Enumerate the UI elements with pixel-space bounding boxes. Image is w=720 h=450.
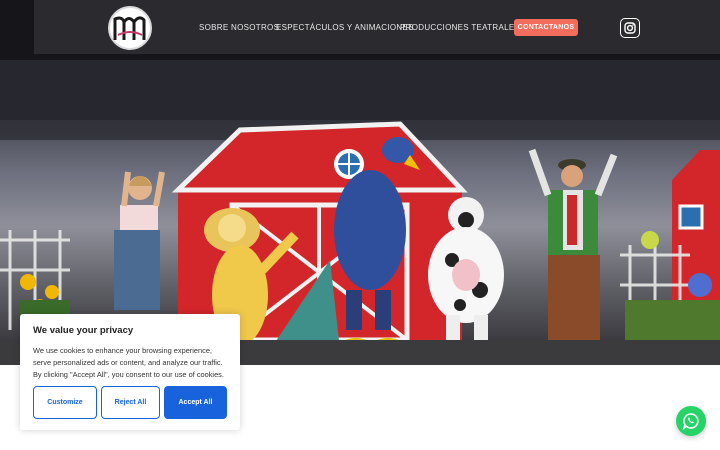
nav-espectaculos-animaciones[interactable]: ESPECTÁCULOS Y ANIMACIONES <box>276 23 414 32</box>
cookie-title: We value your privacy <box>33 325 134 336</box>
accept-all-button[interactable]: Accept All <box>164 386 227 419</box>
page: SOBRE NOSOTROS ESPECTÁCULOS Y ANIMACIONE… <box>0 0 720 450</box>
instagram-button[interactable] <box>620 18 640 38</box>
instagram-icon <box>624 22 636 34</box>
whatsapp-icon <box>682 413 699 430</box>
nav-sobre-nosotros[interactable]: SOBRE NOSOTROS <box>199 23 279 32</box>
hero-stage-photo <box>0 0 720 365</box>
whatsapp-button[interactable] <box>676 406 706 436</box>
stage-illustration <box>0 0 720 365</box>
theatre-logo-icon <box>113 16 146 40</box>
customize-button[interactable]: Customize <box>33 386 97 419</box>
cookie-text: We use cookies to enhance your browsing … <box>33 346 224 379</box>
theatre-logo[interactable] <box>108 6 152 50</box>
contact-button[interactable]: CONTACTANOS <box>514 19 578 36</box>
cookie-consent-banner: We value your privacy We use cookies to … <box>20 314 240 430</box>
nav-producciones-teatrales[interactable]: PRODUCCIONES TEATRALES <box>400 23 520 32</box>
reject-all-button[interactable]: Reject All <box>101 386 160 419</box>
